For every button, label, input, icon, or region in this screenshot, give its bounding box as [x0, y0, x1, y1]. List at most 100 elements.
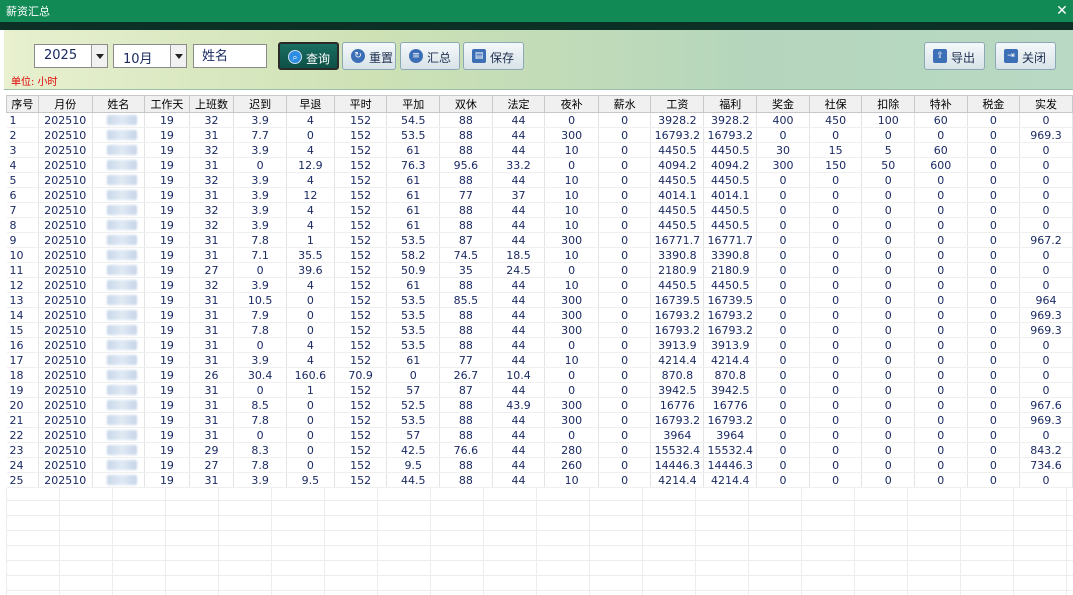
table-cell[interactable]: 4094.2 [650, 157, 705, 173]
table-cell[interactable] [92, 412, 146, 428]
table-cell[interactable]: 0 [967, 292, 1021, 308]
table-cell[interactable]: 0 [598, 307, 652, 323]
query-button[interactable]: ⌕ 查询 [278, 42, 339, 70]
table-cell[interactable]: 31 [189, 322, 235, 338]
table-cell[interactable]: 31 [189, 472, 235, 488]
table-cell[interactable]: 19 [144, 382, 190, 398]
table-cell[interactable]: 1 [6, 112, 39, 128]
table-cell[interactable]: 0 [756, 472, 810, 488]
table-cell[interactable] [92, 112, 146, 128]
table-cell[interactable]: 16793.2 [703, 307, 758, 323]
table-cell[interactable] [92, 307, 146, 323]
table-cell[interactable]: 8.5 [233, 397, 287, 413]
table-cell[interactable]: 0 [598, 247, 652, 263]
table-cell[interactable]: 152 [334, 277, 388, 293]
table-cell[interactable]: 0 [967, 472, 1021, 488]
table-cell[interactable]: 0 [756, 412, 810, 428]
table-cell[interactable]: 32 [189, 277, 235, 293]
column-header[interactable]: 夜补 [544, 95, 599, 113]
table-cell[interactable]: 0 [914, 442, 968, 458]
table-cell[interactable]: 0 [598, 367, 652, 383]
table-cell[interactable]: 0 [598, 202, 652, 218]
table-cell[interactable]: 3928.2 [703, 112, 758, 128]
table-cell[interactable]: 61 [386, 142, 441, 158]
table-cell[interactable]: 3942.5 [650, 382, 705, 398]
table-cell[interactable]: 202510 [38, 187, 93, 203]
table-cell[interactable]: 4450.5 [703, 202, 758, 218]
table-cell[interactable]: 3.9 [233, 112, 287, 128]
table-cell[interactable]: 88 [439, 472, 493, 488]
table-cell[interactable]: 300 [544, 292, 599, 308]
table-cell[interactable]: 30 [756, 142, 810, 158]
table-cell[interactable]: 202510 [38, 427, 93, 443]
table-cell[interactable]: 0 [756, 457, 810, 473]
table-cell[interactable]: 0 [756, 442, 810, 458]
table-cell[interactable]: 3942.5 [703, 382, 758, 398]
chevron-down-icon[interactable] [170, 45, 186, 67]
table-cell[interactable]: 0 [809, 352, 863, 368]
table-cell[interactable]: 0 [233, 337, 287, 353]
table-cell[interactable]: 31 [189, 127, 235, 143]
table-cell[interactable]: 44 [492, 442, 546, 458]
table-cell[interactable]: 0 [1019, 187, 1073, 203]
table-cell[interactable]: 0 [1019, 427, 1073, 443]
summary-button[interactable]: ≡ 汇总 [400, 42, 460, 70]
table-cell[interactable]: 0 [967, 172, 1021, 188]
table-cell[interactable]: 0 [809, 397, 863, 413]
table-cell[interactable]: 70.9 [334, 367, 388, 383]
table-cell[interactable]: 3913.9 [703, 337, 758, 353]
table-cell[interactable]: 0 [861, 217, 915, 233]
table-cell[interactable] [92, 292, 146, 308]
table-cell[interactable]: 11 [6, 262, 39, 278]
table-row[interactable]: 17 202510 19 31 3.9 4 152 61 77 44 10 0 4214.4 4214.4… [6, 352, 1073, 368]
table-cell[interactable]: 35 [439, 262, 493, 278]
table-cell[interactable]: 0 [598, 277, 652, 293]
table-cell[interactable]: 19 [144, 172, 190, 188]
table-cell[interactable]: 12 [286, 187, 335, 203]
table-cell[interactable]: 3913.9 [650, 337, 705, 353]
table-cell[interactable]: 0 [598, 187, 652, 203]
table-cell[interactable]: 300 [756, 157, 810, 173]
table-cell[interactable]: 3.9 [233, 187, 287, 203]
table-cell[interactable]: 0 [756, 352, 810, 368]
table-row[interactable]: 6 202510 19 31 3.9 12 152 61 77 37 10 0 4014.1 4014.1… [6, 187, 1073, 203]
table-cell[interactable]: 2 [6, 127, 39, 143]
table-cell[interactable]: 16771.7 [703, 232, 758, 248]
table-cell[interactable]: 31 [189, 412, 235, 428]
table-cell[interactable]: 77 [439, 352, 493, 368]
table-cell[interactable]: 202510 [38, 247, 93, 263]
table-cell[interactable]: 0 [756, 217, 810, 233]
table-cell[interactable]: 3 [6, 142, 39, 158]
table-cell[interactable]: 16 [6, 337, 39, 353]
table-cell[interactable]: 19 [144, 427, 190, 443]
chevron-down-icon[interactable] [91, 45, 107, 67]
table-cell[interactable]: 152 [334, 262, 388, 278]
table-cell[interactable]: 4 [286, 142, 335, 158]
table-cell[interactable]: 77 [439, 187, 493, 203]
table-cell[interactable]: 0 [286, 457, 335, 473]
table-cell[interactable]: 31 [189, 247, 235, 263]
table-cell[interactable]: 0 [1019, 202, 1073, 218]
table-cell[interactable]: 16739.5 [703, 292, 758, 308]
table-cell[interactable]: 19 [144, 397, 190, 413]
table-row[interactable]: 7 202510 19 32 3.9 4 152 61 88 44 10 0 4450.5 4450.5 0… [6, 202, 1073, 218]
table-cell[interactable]: 26.7 [439, 367, 493, 383]
table-cell[interactable]: 19 [144, 127, 190, 143]
column-header[interactable]: 平时 [333, 95, 388, 113]
table-cell[interactable]: 19 [144, 412, 190, 428]
table-cell[interactable]: 15 [6, 322, 39, 338]
table-cell[interactable]: 0 [967, 157, 1021, 173]
table-cell[interactable]: 76.6 [439, 442, 493, 458]
table-cell[interactable] [92, 217, 146, 233]
table-cell[interactable]: 0 [967, 247, 1021, 263]
table-cell[interactable] [92, 232, 146, 248]
table-cell[interactable]: 35.5 [286, 247, 335, 263]
table-cell[interactable]: 53.5 [386, 307, 441, 323]
close-icon[interactable]: ✕ [1051, 0, 1073, 22]
table-cell[interactable]: 3.9 [233, 142, 287, 158]
table-cell[interactable]: 202510 [38, 472, 93, 488]
table-cell[interactable]: 0 [967, 187, 1021, 203]
table-cell[interactable]: 5 [861, 142, 915, 158]
table-cell[interactable]: 88 [439, 112, 493, 128]
table-cell[interactable]: 0 [809, 187, 863, 203]
